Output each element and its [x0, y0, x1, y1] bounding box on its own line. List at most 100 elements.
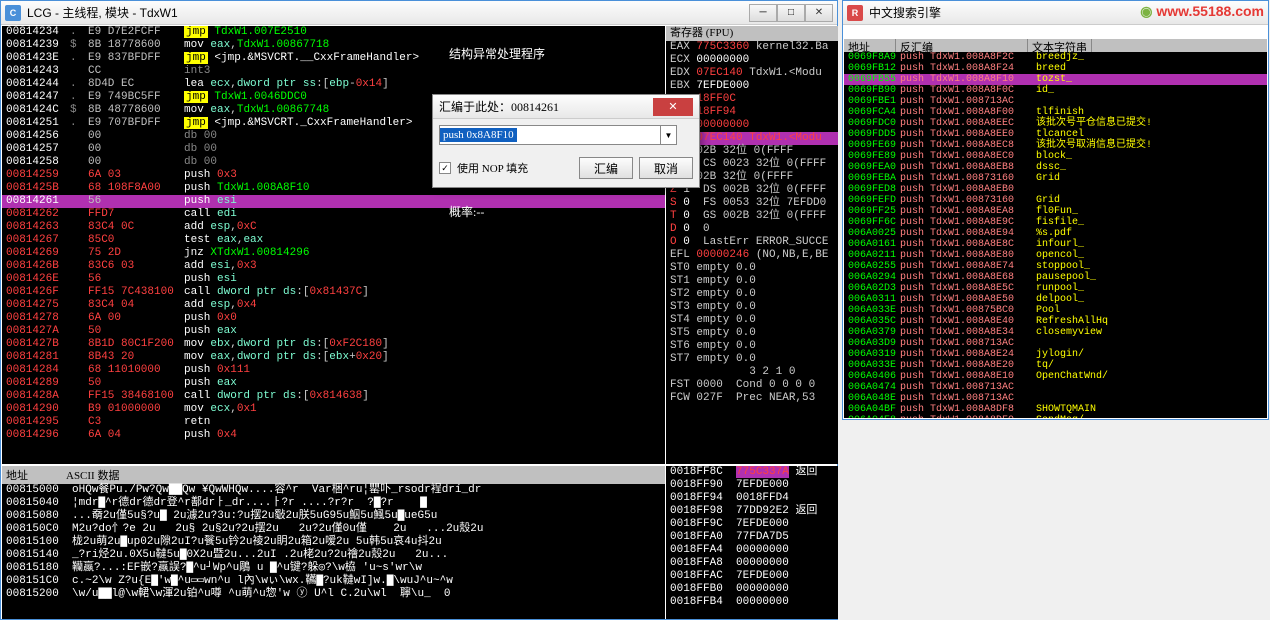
registers-pane[interactable]: 寄存器 (FPU) EAX 775C3360 kernel32.BaECX 00… [666, 26, 838, 464]
search-result-row[interactable]: 0069FBE1push TdxW1.008713AC [844, 96, 1267, 107]
disasm-row[interactable]: 0081423E.E9 837BFDFFjmp <jmp.&MSVCRT.__C… [2, 52, 665, 65]
dialog-close-button[interactable]: ✕ [653, 98, 693, 116]
stack-row[interactable]: 0018FF90 7EFDE000 [666, 479, 838, 492]
disasm-row[interactable]: 00814284 68 11010000push 0x111 [2, 364, 665, 377]
disassembly-pane[interactable]: 00814234.E9 D7E2FCFFjmp TdxW1.007E251000… [2, 26, 665, 464]
disasm-row[interactable]: 00814263 83C4 0Cadd esp,0xC [2, 221, 665, 234]
disasm-row[interactable]: 00814278 6A 00push 0x0 [2, 312, 665, 325]
disasm-row[interactable]: 00814244.8D4D EClea ecx,dword ptr ss:[eb… [2, 78, 665, 91]
register-row[interactable]: EBX 7EFDE000 [666, 80, 838, 93]
assemble-input[interactable]: push 0x8A8F10 ▼ [439, 125, 677, 145]
search-result-row[interactable]: 0069FCA4push TdxW1.008A8F00tlfinish [844, 107, 1267, 118]
stack-row[interactable]: 0018FFA8 00000000 [666, 557, 838, 570]
maximize-button[interactable]: □ [777, 4, 805, 22]
search-result-row[interactable]: 006A033Epush TdxW1.00875BC0Pool [844, 305, 1267, 316]
search-result-row[interactable]: 0069FE89push TdxW1.008A8EC0block_ [844, 151, 1267, 162]
stack-row[interactable]: 0018FFB0 00000000 [666, 583, 838, 596]
dump-row[interactable]: 008150C0 M2u?do忄?e 2u 2u§ 2u§2u?2u摆2u 2u… [2, 523, 665, 536]
register-row[interactable]: ECX 00000000 [666, 54, 838, 67]
dump-row[interactable]: 00815140 _?ri烃2u.0X5u韃5u▇0X2u暨2u...2uI .… [2, 549, 665, 562]
search-result-row[interactable]: 0069FEFDpush TdxW1.00873160Grid [844, 195, 1267, 206]
search-result-row[interactable]: 0069FB55push TdxW1.008A8F10tozst_ [844, 74, 1267, 85]
disasm-row[interactable]: 00814290 B9 01000000mov ecx,0x1 [2, 403, 665, 416]
search-result-row[interactable]: 006A033Epush TdxW1.008A8E20tq/ [844, 360, 1267, 371]
disasm-row[interactable]: 00814275 83C4 04add esp,0x4 [2, 299, 665, 312]
stack-row[interactable]: 0018FFB4 00000000 [666, 596, 838, 609]
register-row[interactable]: ST6 empty 0.0 [666, 340, 838, 353]
disasm-row[interactable]: 0081426E 56push esi [2, 273, 665, 286]
register-row[interactable]: D 0 0 [666, 223, 838, 236]
search-result-row[interactable]: 006A0311push TdxW1.008A8E50delpool_ [844, 294, 1267, 305]
search-result-row[interactable]: 0069FB12push TdxW1.008A8F24breed [844, 63, 1267, 74]
disasm-row[interactable]: 0081426B 83C6 03add esi,0x3 [2, 260, 665, 273]
disasm-row[interactable]: 00814262 FFD7call edi [2, 208, 665, 221]
disasm-row[interactable]: 00814261 56push esi [2, 195, 665, 208]
stack-row[interactable]: 0018FF94 0018FFD4 [666, 492, 838, 505]
stack-row[interactable]: 0018FFA0 77FDA7D5 [666, 531, 838, 544]
search-result-row[interactable]: 0069FE69push TdxW1.008A8EC8该批次号取消信息已提交! [844, 140, 1267, 151]
disasm-row[interactable]: 00814296 6A 04push 0x4 [2, 429, 665, 442]
search-result-row[interactable]: 0069FDD5push TdxW1.008A8EE0tlcancel [844, 129, 1267, 140]
disasm-row[interactable]: 00814269 75 2Djnz XTdxW1.00814296 [2, 247, 665, 260]
dump-row[interactable]: 00815100 栊2u萌2u▇up02u隙2uI?u餮5u钤2u祾2u眀2u箱… [2, 536, 665, 549]
search-result-row[interactable]: 006A04E8push TdxW1.008A8DF0SendMsg/ [844, 415, 1267, 418]
disasm-row[interactable]: 00814239$8B 18778600mov eax,TdxW1.008677… [2, 39, 665, 52]
search-result-row[interactable]: 006A02D3push TdxW1.008A8E5Crunpool_ [844, 283, 1267, 294]
register-row[interactable]: EAX 775C3360 kernel32.Ba [666, 41, 838, 54]
register-row[interactable]: EDX 07EC140 TdxW1.<Modu [666, 67, 838, 80]
dropdown-icon[interactable]: ▼ [660, 126, 676, 144]
register-row[interactable]: ST1 empty 0.0 [666, 275, 838, 288]
dump-row[interactable]: 00815200 \w/u▇▇l@\w輑\w渾2u铂^u噂 ^u萌^u惣'w ⓨ… [2, 588, 665, 601]
dump-row[interactable]: 008151C0 c.~2\w Z?u{E▇'w▇^u▭▭wn^u l內\wぃ\… [2, 575, 665, 588]
stack-row[interactable]: 0018FFAC 7EFDE000 [666, 570, 838, 583]
dump-row[interactable]: 00815080 ...奣2u僅5u§?u▇ 2u澽2u?3u:?u摆2u斀2u… [2, 510, 665, 523]
register-row[interactable]: ST5 empty 0.0 [666, 327, 838, 340]
search-result-row[interactable]: 006A03D9push TdxW1.008713AC [844, 338, 1267, 349]
stack-row[interactable]: 0018FFA4 00000000 [666, 544, 838, 557]
register-row[interactable]: EFL 00000246 (NO,NB,E,BE [666, 249, 838, 262]
disasm-row[interactable]: 0081428A FF15 38468100call dword ptr ds:… [2, 390, 665, 403]
search-result-row[interactable]: 006A035Cpush TdxW1.008A8E40RefreshAllHq [844, 316, 1267, 327]
disasm-row[interactable]: 00814234.E9 D7E2FCFFjmp TdxW1.007E2510 [2, 26, 665, 39]
dump-row[interactable]: 00815180 韊蠃?...:EF嵌?蠃誤?▇^u┘Wp^u鵰 u ▇^u键?… [2, 562, 665, 575]
register-row[interactable]: O 0 LastErr ERROR_SUCCE [666, 236, 838, 249]
disasm-row[interactable]: 00814289 50push eax [2, 377, 665, 390]
search-result-row[interactable]: 0069FDC0push TdxW1.008A8EEC该批次号平仓信息已提交! [844, 118, 1267, 129]
disasm-row[interactable]: 0081427B 8B1D 80C1F200mov ebx,dword ptr … [2, 338, 665, 351]
search-result-row[interactable]: 006A0211push TdxW1.008A8E80opencol_ [844, 250, 1267, 261]
close-button[interactable]: ✕ [805, 4, 833, 22]
stack-row[interactable]: 0018FF8C 775C337A 返回 [666, 466, 838, 479]
register-row[interactable]: 3 2 1 0 [666, 366, 838, 379]
search-result-row[interactable]: 0069FEA0push TdxW1.008A8EB8dssc_ [844, 162, 1267, 173]
search-result-row[interactable]: 006A04BFpush TdxW1.008A8DF8SHOWTQMAIN [844, 404, 1267, 415]
search-result-row[interactable]: 006A048Epush TdxW1.008713AC [844, 393, 1267, 404]
search-result-row[interactable]: 0069FEBApush TdxW1.00873160Grid [844, 173, 1267, 184]
minimize-button[interactable]: ─ [749, 4, 777, 22]
disasm-row[interactable]: 00814267 85C0test eax,eax [2, 234, 665, 247]
search-result-row[interactable]: 006A0319push TdxW1.008A8E24jylogin/ [844, 349, 1267, 360]
disasm-row[interactable]: 0081427A 50push eax [2, 325, 665, 338]
search-result-row[interactable]: 006A0294push TdxW1.008A8E68pausepool_ [844, 272, 1267, 283]
search-result-row[interactable]: 006A0255push TdxW1.008A8E74stoppool_ [844, 261, 1267, 272]
cancel-button[interactable]: 取消 [639, 157, 693, 179]
search-result-row[interactable]: 0069FED8push TdxW1.008A8EB0 [844, 184, 1267, 195]
register-row[interactable]: ST3 empty 0.0 [666, 301, 838, 314]
search-results-pane[interactable]: 地址 反汇编 文本字符串 0069F8A9push TdxW1.008A8F2C… [844, 39, 1267, 418]
stack-row[interactable]: 0018FF9C 7EFDE000 [666, 518, 838, 531]
nop-fill-checkbox[interactable]: ✓ [439, 162, 451, 174]
search-result-row[interactable]: 006A0379push TdxW1.008A8E34closemyview [844, 327, 1267, 338]
disasm-row[interactable]: 00814281 8B43 20mov eax,dword ptr ds:[eb… [2, 351, 665, 364]
register-row[interactable]: ST7 empty 0.0 [666, 353, 838, 366]
register-row[interactable]: FST 0000 Cond 0 0 0 0 [666, 379, 838, 392]
disasm-row[interactable]: 00814295 C3retn [2, 416, 665, 429]
stack-pane[interactable]: 0018FF8C 775C337A 返回0018FF90 7EFDE000 00… [666, 466, 838, 619]
register-row[interactable]: S 0 FS 0053 32位 7EFDD0 [666, 197, 838, 210]
register-row[interactable]: ST0 empty 0.0 [666, 262, 838, 275]
search-result-row[interactable]: 0069FF6Cpush TdxW1.008A8E9Cfisfile_ [844, 217, 1267, 228]
search-result-row[interactable]: 006A0161push TdxW1.008A8E8Cinfourl_ [844, 239, 1267, 250]
register-row[interactable]: T 0 GS 002B 32位 0(FFFF [666, 210, 838, 223]
main-titlebar[interactable]: C LCG - 主线程, 模块 - TdxW1 ─ □ ✕ [1, 1, 837, 25]
disasm-row[interactable]: 0081426F FF15 7C438100call dword ptr ds:… [2, 286, 665, 299]
search-titlebar[interactable]: R 中文搜索引擎 ◉ www.55188.com [843, 1, 1268, 25]
dump-row[interactable]: 00815000 oHQw餐Pu./Pw?Qw▇▇Qw ¥QwWHQw....容… [2, 484, 665, 497]
